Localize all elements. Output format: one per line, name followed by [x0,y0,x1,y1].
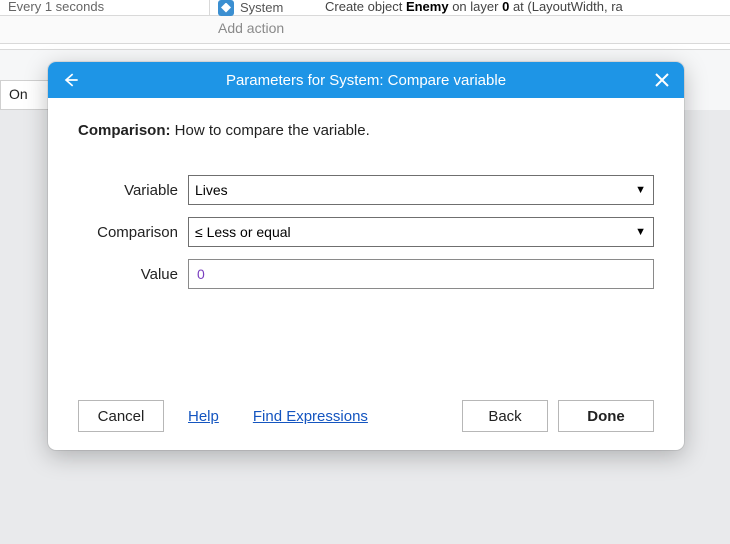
row-value: Value [78,259,654,289]
bg-add-action-row: Add action [0,16,730,44]
label-variable: Variable [78,182,188,199]
label-comparison: Comparison [78,224,188,241]
close-button[interactable] [640,62,684,98]
back-arrow-icon [61,70,81,90]
find-expressions-link[interactable]: Find Expressions [253,408,368,425]
description-label: Comparison: [78,122,171,139]
bg-divider [0,44,730,50]
cancel-button[interactable]: Cancel [78,400,164,432]
row-comparison: Comparison ≤ Less or equal ▼ [78,217,654,247]
close-icon [655,73,669,87]
comparison-select[interactable]: ≤ Less or equal [188,217,654,247]
bg-condition-cell: Every 1 seconds [0,0,210,15]
dialog-title: Parameters for System: Compare variable [48,72,684,89]
bg-action-cell: Create object Enemy on layer 0 at (Layou… [325,0,623,15]
bg-system-label: System [240,1,283,15]
dialog-footer: Cancel Help Find Expressions Back Done [48,400,684,432]
bg-action-mid: on layer [452,0,502,14]
description-text: How to compare the variable. [171,122,370,139]
footer-links: Help Find Expressions [188,408,368,425]
bg-action-pre: Create object [325,0,406,14]
system-icon [218,0,234,16]
bg-action-post: at (LayoutWidth, ra [513,0,623,14]
bg-object-cell: System [210,0,291,15]
dialog-body: Comparison: How to compare the variable.… [48,98,684,289]
back-arrow-button[interactable] [48,62,94,98]
bg-event-row: Every 1 seconds System Create object Ene… [0,0,730,16]
add-action-link[interactable]: Add action [218,20,284,36]
bg-action-obj: Enemy [406,0,449,14]
help-link[interactable]: Help [188,408,219,425]
label-value: Value [78,266,188,283]
bg-action-layer: 0 [502,0,509,14]
variable-select[interactable]: Lives [188,175,654,205]
done-button[interactable]: Done [558,400,654,432]
dialog-description: Comparison: How to compare the variable. [78,122,654,139]
dialog-titlebar: Parameters for System: Compare variable [48,62,684,98]
parameters-dialog: Parameters for System: Compare variable … [48,62,684,450]
back-button[interactable]: Back [462,400,548,432]
row-variable: Variable Lives ▼ [78,175,654,205]
value-input[interactable] [188,259,654,289]
